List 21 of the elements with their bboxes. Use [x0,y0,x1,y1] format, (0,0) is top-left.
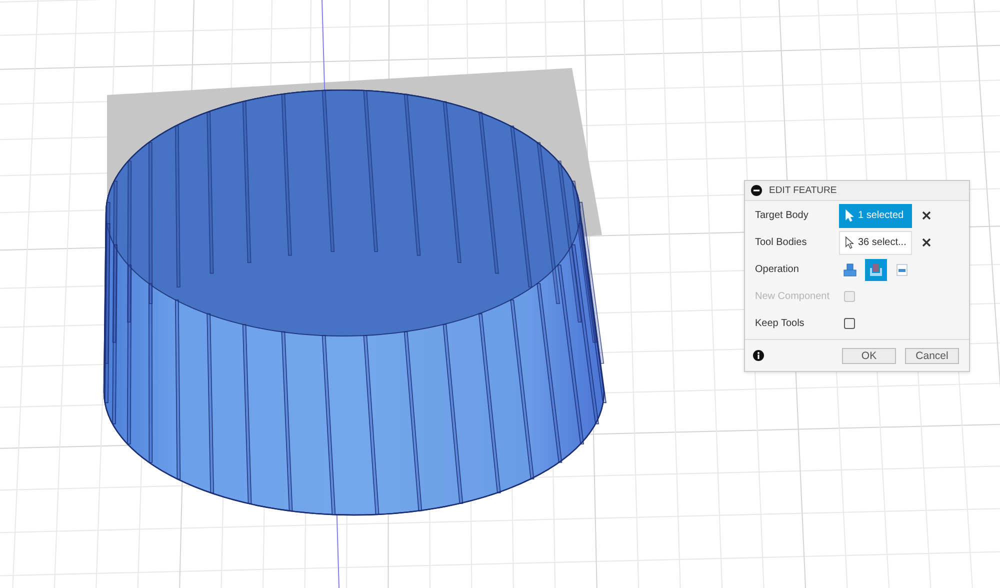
operation-button[interactable] [865,258,887,280]
clear-icon[interactable] [922,211,931,220]
striped-box-icon [895,262,909,276]
selection-button[interactable]: 1 selected [839,204,912,228]
cursor-arrow-icon [845,236,854,249]
field-label: New Component [755,291,830,302]
block-in-tray-icon [869,262,883,276]
dialog-title: EDIT FEATURE [769,185,837,196]
checkbox[interactable] [844,318,855,329]
block-on-base-icon [843,262,857,276]
cursor-arrow-icon [845,209,854,222]
ok-button[interactable]: OK [842,348,896,364]
field-label: Target Body [755,210,810,221]
field-label: Tool Bodies [755,237,808,248]
field-label: Operation [755,264,800,275]
field-label: Keep Tools [755,318,806,329]
collapse-icon[interactable] [751,185,762,196]
clear-icon[interactable] [922,238,931,247]
cancel-button[interactable]: Cancel [905,348,959,364]
selection-button[interactable]: 36 select... [839,230,912,254]
info-icon[interactable] [753,350,764,361]
